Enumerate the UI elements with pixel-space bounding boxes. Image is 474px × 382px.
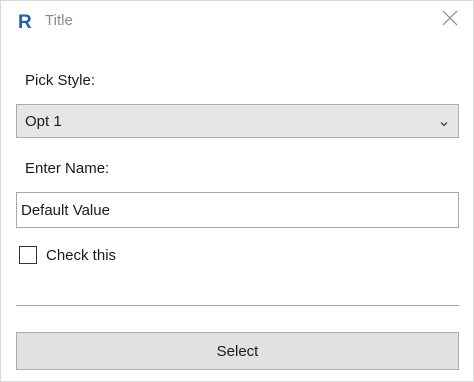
divider	[16, 305, 459, 306]
pick-style-label: Pick Style:	[25, 72, 96, 89]
close-icon	[442, 10, 458, 31]
chevron-down-icon	[439, 116, 449, 127]
check-this-checkbox[interactable]	[19, 246, 37, 264]
revit-r-icon: R	[15, 10, 37, 33]
name-input[interactable]	[16, 192, 459, 228]
enter-name-label: Enter Name:	[25, 160, 110, 177]
check-this-row[interactable]: Check this	[19, 245, 116, 265]
close-button[interactable]	[427, 1, 473, 39]
svg-text:R: R	[18, 12, 32, 32]
check-this-label: Check this	[46, 246, 117, 264]
dialog-window: R Title Pick Style: Opt 1 Enter Name: Ch…	[0, 0, 474, 382]
select-button[interactable]: Select	[16, 332, 459, 370]
title-bar[interactable]: R Title	[1, 1, 473, 43]
pick-style-selected-value: Opt 1	[25, 112, 62, 130]
window-title: Title	[45, 12, 73, 29]
pick-style-dropdown[interactable]: Opt 1	[16, 104, 459, 138]
